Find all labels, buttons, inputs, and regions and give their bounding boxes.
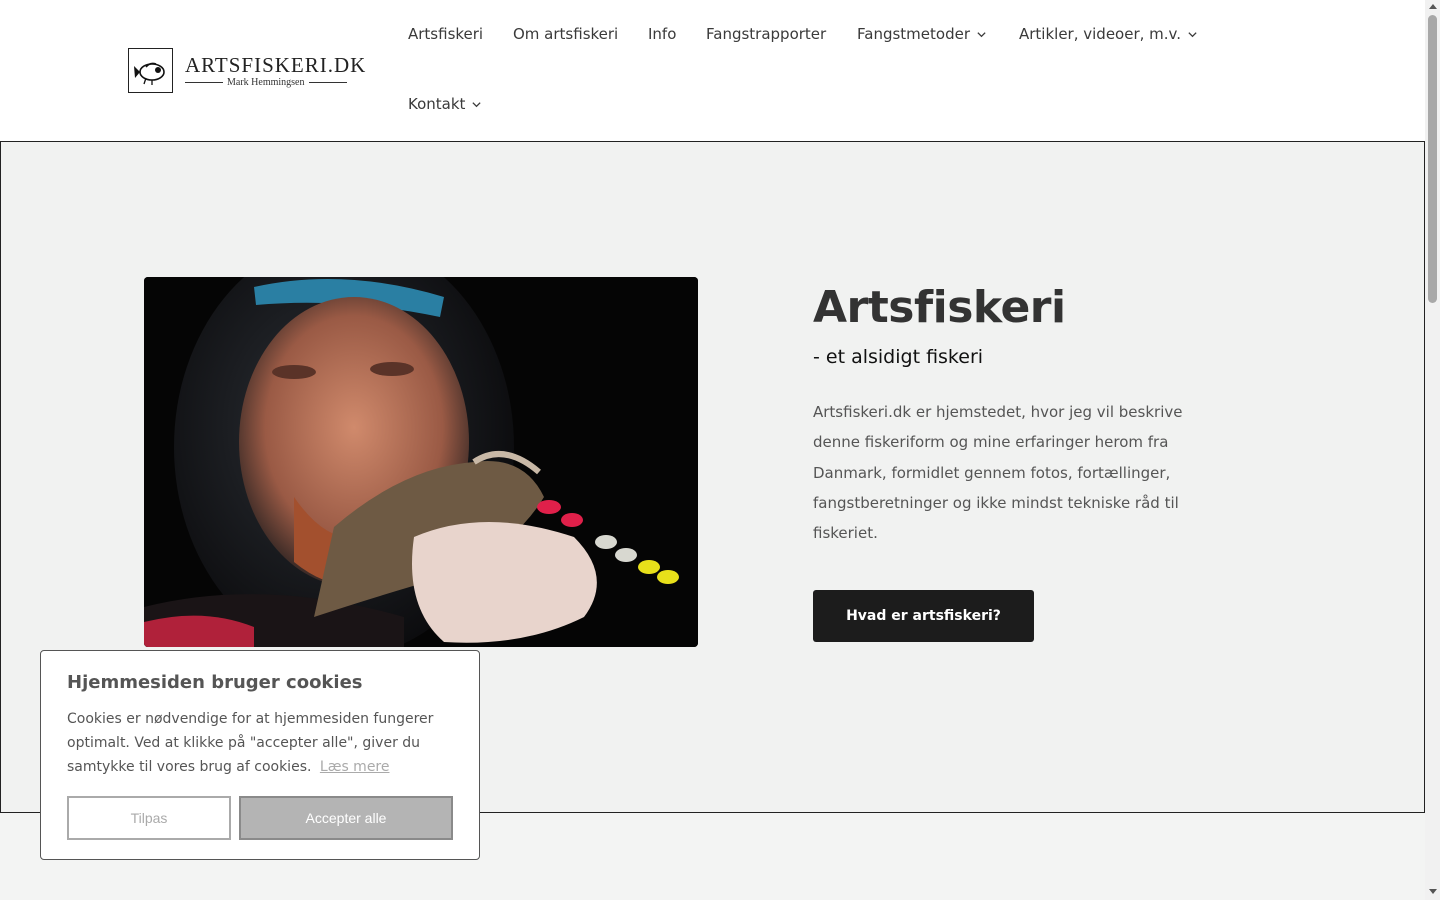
logo-subtitle: Mark Hemmingsen [227, 76, 305, 88]
nav-item-artsfiskeri[interactable]: Artsfiskeri [408, 25, 483, 43]
scroll-up-arrow-icon[interactable] [1429, 4, 1437, 9]
chevron-down-icon [472, 101, 482, 107]
nav-item-label: Kontakt [408, 95, 466, 113]
logo-title: ARTSFISKERI.DK [185, 52, 367, 77]
scroll-down-arrow-icon[interactable] [1429, 889, 1437, 894]
nav-item-label: Om artsfiskeri [513, 25, 619, 43]
nav-item-label: Fangstmetoder [857, 25, 970, 43]
nav-item-kontakt[interactable]: Kontakt [408, 95, 482, 113]
nav-item-fangstrapporter[interactable]: Fangstrapporter [706, 25, 826, 43]
nav-item-fangstmetoder[interactable]: Fangstmetoder [857, 25, 987, 43]
cookie-title: Hjemmesiden bruger cookies [67, 672, 363, 693]
cookie-banner: Hjemmesiden bruger cookies Cookies er nø… [40, 650, 480, 860]
nav-item-label: Artsfiskeri [408, 25, 484, 43]
hero-photo [144, 277, 698, 647]
logo-rule-right [308, 81, 347, 83]
nav-item-label: Info [648, 25, 677, 43]
hero-title: Artsfiskeri [813, 282, 1066, 333]
nav-item-om-artsfiskeri[interactable]: Om artsfiskeri [513, 25, 618, 43]
hero-subtitle: - et alsidigt fiskeri [813, 346, 984, 368]
nav-item-info[interactable]: Info [648, 25, 676, 43]
site-logo[interactable]: ARTSFISKERI.DK Mark Hemmingsen [128, 48, 366, 93]
scrollbar-thumb[interactable] [1428, 15, 1437, 303]
read-more-link[interactable]: Læs mere [320, 759, 390, 775]
logo-rule-left [185, 81, 223, 83]
nav-item-label: Fangstrapporter [706, 25, 827, 43]
site-header: ARTSFISKERI.DK Mark Hemmingsen Artsfiske… [0, 0, 1425, 141]
hvad-er-artsfiskeri-button[interactable]: Hvad er artsfiskeri? [813, 590, 1034, 642]
nav-item-artikler[interactable]: Artikler, videoer, m.v. [1019, 25, 1198, 43]
customize-button[interactable]: Tilpas [67, 796, 231, 840]
page-scrollbar[interactable] [1425, 0, 1440, 900]
chevron-down-icon [1188, 31, 1197, 37]
fish-logo-icon [128, 48, 173, 93]
accept-all-button[interactable]: Accepter alle [239, 796, 453, 840]
hero-body-text: Artsfiskeri.dk er hjemstedet, hvor jeg v… [813, 403, 1183, 543]
nav-item-label: Artikler, videoer, m.v. [1019, 25, 1182, 43]
chevron-down-icon [977, 31, 986, 37]
